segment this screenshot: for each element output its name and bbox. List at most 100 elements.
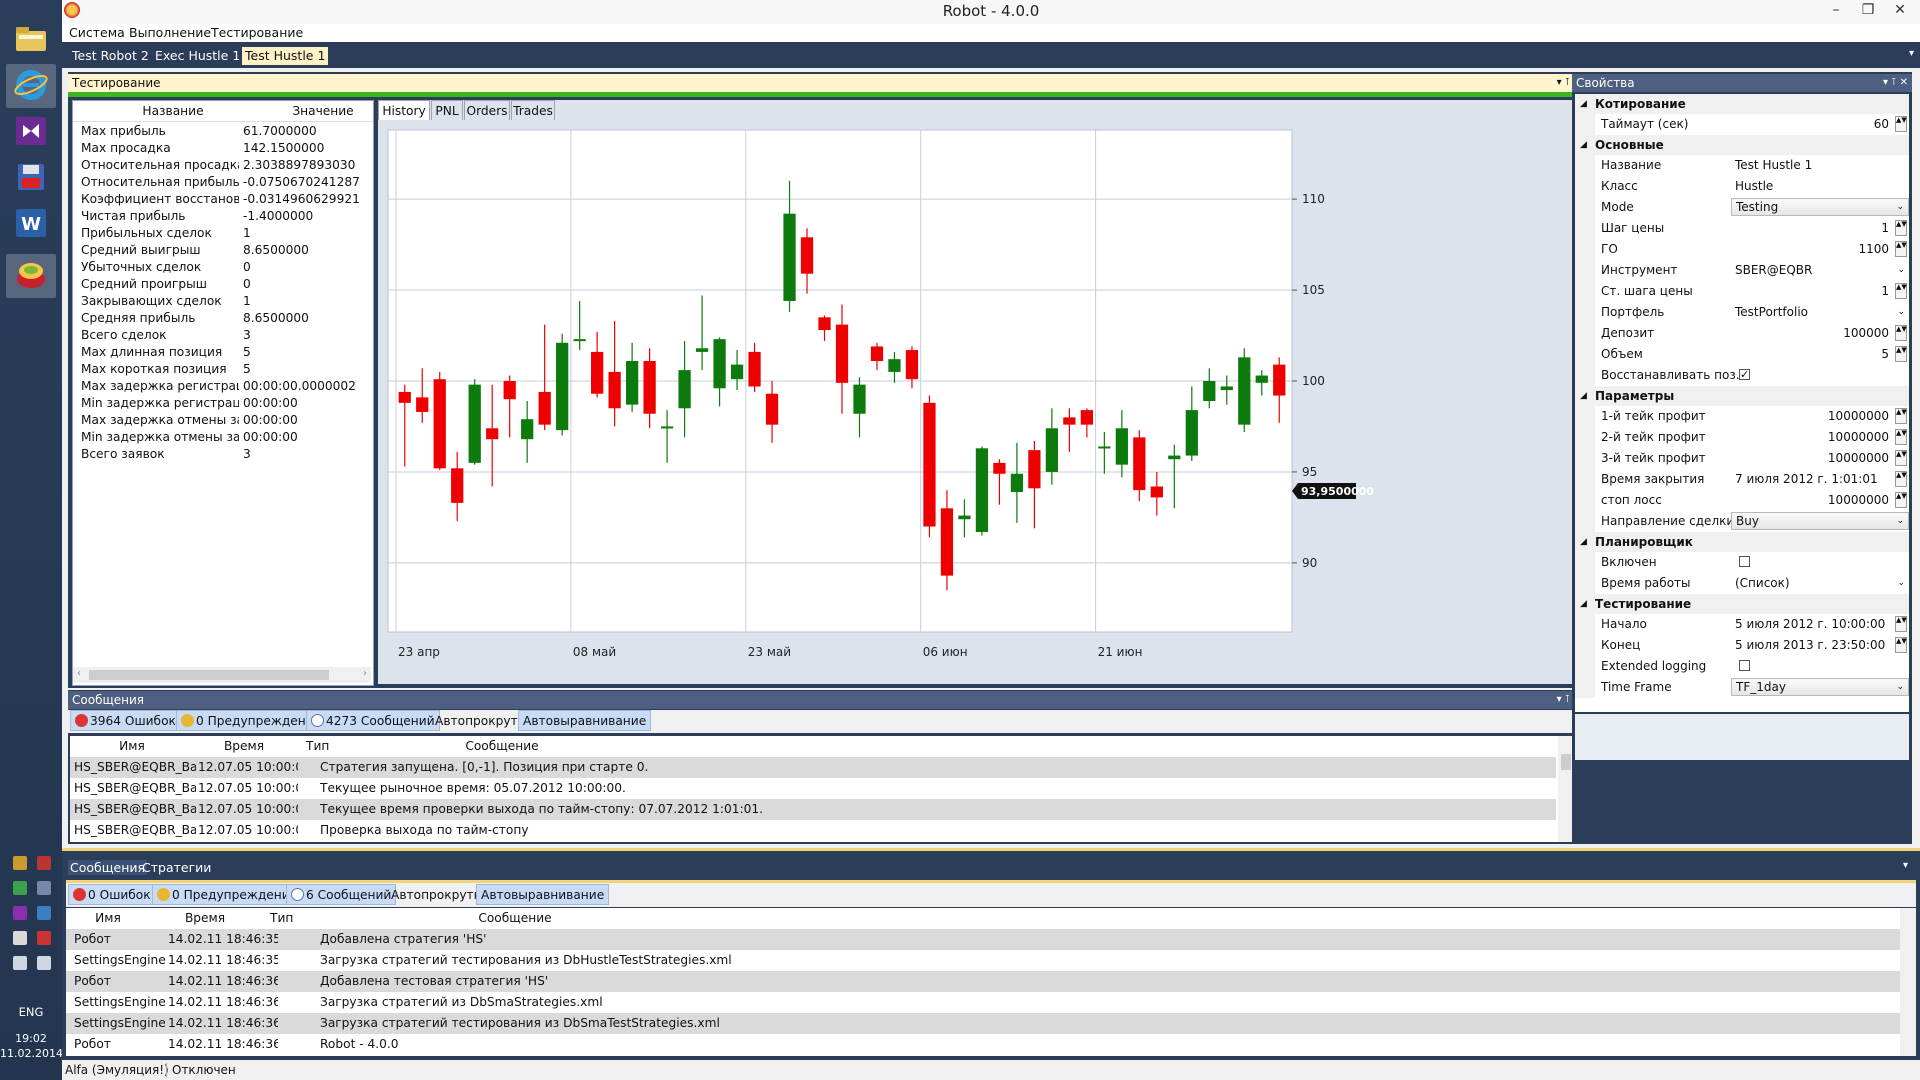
property-value[interactable]: 60 ▲▼	[1731, 114, 1909, 134]
candle[interactable]	[975, 446, 989, 536]
property-value[interactable]: (Список) ⌄	[1731, 573, 1909, 593]
property-value[interactable]: 1 ▲▼	[1731, 281, 1909, 301]
property-row[interactable]: Портфель TestPortfolio ⌄	[1575, 302, 1909, 323]
restore-button[interactable]: ❐	[1854, 0, 1882, 22]
spinner-icon[interactable]: ▲▼	[1895, 471, 1907, 487]
spinner-icon[interactable]: ▲▼	[1895, 241, 1907, 257]
col-name[interactable]: Имя	[66, 908, 150, 928]
property-value[interactable]: 5 июля 2012 г. 10:00:00 ▲▼	[1731, 614, 1909, 634]
collapse-triangle-icon[interactable]: ◢	[1580, 532, 1587, 552]
log-row[interactable]: Робот 14.02.11 18:46:36.233 Robot - 4.0.0	[66, 1034, 1900, 1055]
spinner-icon[interactable]: ▲▼	[1895, 450, 1907, 466]
tray-app-icon[interactable]	[37, 931, 51, 945]
property-value[interactable]: 10000000 ▲▼	[1731, 490, 1909, 510]
stats-hscrollbar[interactable]: ‹ ›	[73, 667, 371, 683]
spinner-icon[interactable]: ▲▼	[1895, 637, 1907, 653]
property-row[interactable]: Восстанавливать поз... ✓	[1575, 365, 1909, 386]
stats-row[interactable]: Прибыльных сделок 1	[73, 225, 373, 242]
network-icon[interactable]	[13, 956, 27, 970]
scrollbar-thumb[interactable]	[89, 670, 329, 680]
collapse-triangle-icon[interactable]: ◢	[1580, 94, 1587, 114]
menu-system[interactable]: Система	[69, 25, 125, 40]
bottom-tab-messages[interactable]: Сообщения	[68, 860, 148, 875]
clock-date[interactable]: 11.02.2014	[0, 1047, 63, 1060]
tab-history[interactable]: History	[378, 100, 430, 120]
tray-app-icon[interactable]	[13, 856, 27, 870]
property-value[interactable]: Buy ⌄	[1731, 511, 1909, 531]
stats-row[interactable]: Max просадка 142.1500000	[73, 140, 373, 157]
bottom-tab-strategies[interactable]: Стратегии	[142, 860, 211, 875]
property-value[interactable]: 10000000 ▲▼	[1731, 427, 1909, 447]
speaker-icon[interactable]	[13, 931, 27, 945]
filter-messages-button[interactable]: 4273 Сообщений	[306, 710, 440, 731]
internet-explorer-icon[interactable]	[6, 64, 56, 108]
spinner-icon[interactable]: ▲▼	[1895, 116, 1907, 132]
property-category[interactable]: ◢ Планировщик	[1575, 532, 1909, 552]
property-row[interactable]: Класс Hustle	[1575, 176, 1909, 197]
tray-app-icon[interactable]	[13, 881, 27, 895]
message-row[interactable]: HS_SBER@EQBR_Backtest12.07.05 10:00:00.0…	[70, 799, 1556, 820]
stats-row[interactable]: Средний проигрыш 0	[73, 276, 373, 293]
chevron-down-icon[interactable]: ⌄	[1896, 679, 1904, 695]
clock-time[interactable]: 19:02	[0, 1032, 62, 1045]
tray-app-icon[interactable]	[37, 906, 51, 920]
robot-app-icon[interactable]	[6, 254, 56, 298]
tab-orders[interactable]: Orders	[464, 100, 510, 120]
stats-row[interactable]: Max длинная позиция 5	[73, 344, 373, 361]
spinner-icon[interactable]: ▲▼	[1895, 283, 1907, 299]
property-value[interactable]: 10000000 ▲▼	[1731, 448, 1909, 468]
log-row[interactable]: SettingsEngine14.02.11 18:46:35.946 Загру…	[66, 950, 1900, 971]
doc-tab-test-robot-2[interactable]: Test Robot 2	[69, 47, 152, 65]
candle[interactable]	[923, 395, 936, 538]
property-row[interactable]: Включен	[1575, 552, 1909, 573]
log-row[interactable]: SettingsEngine14.02.11 18:46:36.156 Загру…	[66, 1013, 1900, 1034]
property-value[interactable]: 5 июля 2013 г. 23:50:00 ▲▼	[1731, 635, 1909, 655]
property-row[interactable]: Time Frame TF_1day ⌄	[1575, 677, 1909, 698]
log-row[interactable]: Робот 14.02.11 18:46:35.945 Добавлена стра…	[66, 929, 1900, 950]
collapse-triangle-icon[interactable]: ◢	[1580, 386, 1587, 406]
property-row[interactable]: Конец 5 июля 2013 г. 23:50:00 ▲▼	[1575, 635, 1909, 656]
candle[interactable]	[433, 371, 446, 471]
doc-list-dropdown-icon[interactable]: ▾	[1909, 48, 1914, 59]
bottom-autoalign-toggle[interactable]: Автовыравнивание	[476, 884, 610, 905]
bottom-filter-messages-button[interactable]: 6 Сообщений	[286, 884, 397, 905]
property-row[interactable]: Extended logging	[1575, 656, 1909, 677]
spinner-icon[interactable]: ▲▼	[1895, 325, 1907, 341]
property-row[interactable]: 3-й тейк профит 10000000 ▲▼	[1575, 448, 1909, 469]
chevron-down-icon[interactable]: ⌄	[1896, 199, 1904, 215]
bottom-vscrollbar[interactable]	[1900, 908, 1916, 1056]
stats-row[interactable]: Средняя прибыль 8.6500000	[73, 310, 373, 327]
autoalign-toggle[interactable]: Автовыравнивание	[518, 710, 652, 731]
property-row[interactable]: Объем 5 ▲▼	[1575, 344, 1909, 365]
property-row[interactable]: 1-й тейк профит 10000000 ▲▼	[1575, 406, 1909, 427]
spinner-icon[interactable]: ▲▼	[1895, 492, 1907, 508]
tray-app-icon[interactable]	[37, 881, 51, 895]
stats-row[interactable]: Всего заявок 3	[73, 446, 373, 463]
file-explorer-icon[interactable]	[6, 18, 56, 62]
stats-row[interactable]: Max короткая позиция 5	[73, 361, 373, 378]
close-button[interactable]: ✕	[1886, 0, 1914, 22]
property-value[interactable]: 1 ▲▼	[1731, 218, 1909, 238]
stats-row[interactable]: Закрывающих сделок 1	[73, 293, 373, 310]
stats-row[interactable]: Средний выигрыш 8.6500000	[73, 242, 373, 259]
spinner-icon[interactable]: ▲▼	[1895, 616, 1907, 632]
stats-row[interactable]: Max задержка регистрации заявки 00:00:00.…	[73, 378, 373, 395]
bottom-filter-errors-button[interactable]: 0 Ошибок	[68, 884, 156, 905]
property-row[interactable]: Ст. шага цены 1 ▲▼	[1575, 281, 1909, 302]
doc-tab-test-hustle-1[interactable]: Test Hustle 1	[242, 47, 329, 65]
property-value[interactable]: TestPortfolio ⌄	[1731, 302, 1909, 322]
menu-testing[interactable]: Тестирование	[211, 25, 303, 40]
chevron-down-icon[interactable]: ⌄	[1896, 513, 1904, 529]
stats-row[interactable]: Всего сделок 3	[73, 327, 373, 344]
volume-icon[interactable]	[37, 956, 51, 970]
filter-warnings-button[interactable]: 0 Предупреждений	[176, 710, 327, 731]
property-checkbox[interactable]	[1739, 556, 1750, 567]
candle[interactable]	[1238, 348, 1251, 432]
property-value[interactable]: 5 ▲▼	[1731, 344, 1909, 364]
col-message[interactable]: Сообщение	[300, 908, 730, 928]
candle[interactable]	[556, 333, 569, 436]
property-row[interactable]: 2-й тейк профит 10000000 ▲▼	[1575, 427, 1909, 448]
property-value[interactable]: 10000000 ▲▼	[1731, 406, 1909, 426]
property-row[interactable]: стоп лосс 10000000 ▲▼	[1575, 490, 1909, 511]
candlestick-chart[interactable]: 90 95 100 105 110 23 апр 08 май 23 май 06 июн 21 …	[378, 120, 1574, 684]
